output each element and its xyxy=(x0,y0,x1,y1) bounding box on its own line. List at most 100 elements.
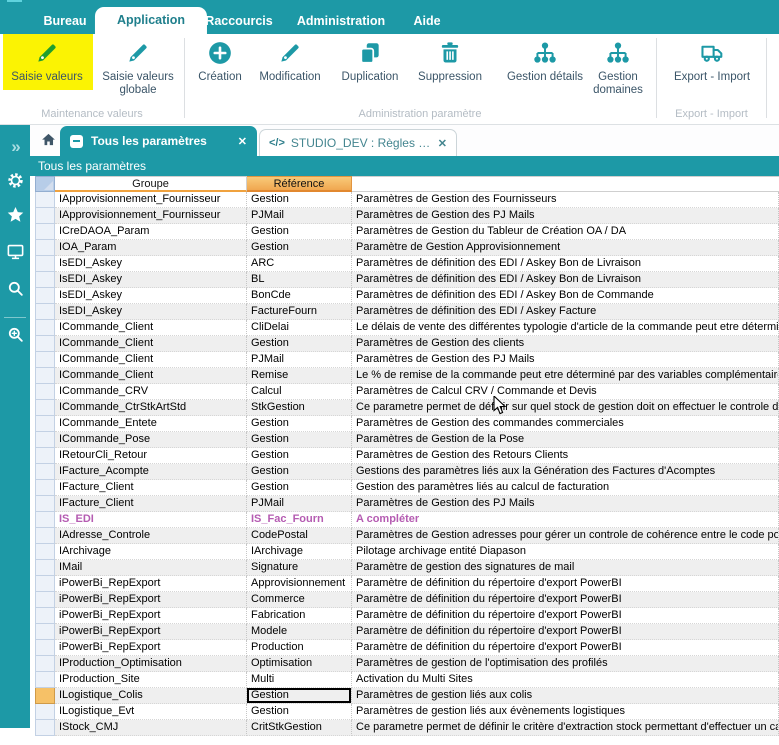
cell-groupe[interactable]: IApprovisionnement_Fournisseur xyxy=(55,192,247,208)
table-row[interactable]: IStock_CMJ CritStkGestion Ce parametre p… xyxy=(35,720,779,736)
row-header-cell[interactable] xyxy=(35,576,55,592)
cell-groupe[interactable]: IRetourCli_Retour xyxy=(55,448,247,464)
cell-groupe[interactable]: ICommande_Pose xyxy=(55,432,247,448)
cell-description[interactable]: Ce parametre permet de définir le critèr… xyxy=(352,720,779,736)
cell-description[interactable]: Paramètres de définition des EDI / Askey… xyxy=(352,304,779,320)
row-header-cell[interactable] xyxy=(35,304,55,320)
cell-description[interactable]: Pilotage archivage entité Diapason xyxy=(352,544,779,560)
zoom-in-button[interactable] xyxy=(0,325,30,344)
table-row[interactable]: IAdresse_Controle CodePostal Paramètres … xyxy=(35,528,779,544)
cell-groupe[interactable]: iPowerBi_RepExport xyxy=(55,640,247,656)
table-row[interactable]: IsEDI_Askey BonCde Paramètres de définit… xyxy=(35,288,779,304)
cell-groupe[interactable]: iPowerBi_RepExport xyxy=(55,624,247,640)
expand-sidebar-button[interactable]: » xyxy=(0,137,30,157)
row-header-cell[interactable] xyxy=(35,656,55,672)
select-all-cell[interactable] xyxy=(35,176,55,192)
cell-groupe[interactable]: ICommande_Client xyxy=(55,368,247,384)
row-header-cell[interactable] xyxy=(35,208,55,224)
tab-tous-les-parametres[interactable]: Tous les paramètres ✕ xyxy=(60,126,257,156)
cell-description[interactable]: Ce parametre permet de définir sur quel … xyxy=(352,400,779,416)
cell-reference[interactable]: PJMail xyxy=(247,496,352,512)
cell-reference[interactable]: IS_Fac_Fourn xyxy=(247,512,352,528)
row-header-cell[interactable] xyxy=(35,448,55,464)
cell-reference[interactable]: BL xyxy=(247,272,352,288)
ribbon-saisie-valeurs-button[interactable]: Saisie valeurs xyxy=(3,40,91,84)
cell-reference[interactable]: Gestion xyxy=(247,704,352,720)
table-row[interactable]: ICommande_Client Remise Le % de remise d… xyxy=(35,368,779,384)
cell-description[interactable]: Paramètres de gestion liés aux colis xyxy=(352,688,779,704)
cell-description[interactable]: Paramètre de définition du répertoire d'… xyxy=(352,624,779,640)
row-header-cell[interactable] xyxy=(35,704,55,720)
table-row[interactable]: ICommande_CtrStkArtStd StkGestion Ce par… xyxy=(35,400,779,416)
ribbon-modification-button[interactable]: Modification xyxy=(246,40,334,84)
row-header-cell[interactable] xyxy=(35,400,55,416)
cell-reference[interactable]: Gestion xyxy=(247,416,352,432)
row-header-cell[interactable] xyxy=(35,368,55,384)
cell-groupe[interactable]: IOA_Param xyxy=(55,240,247,256)
row-header-cell[interactable] xyxy=(35,496,55,512)
row-header-cell[interactable] xyxy=(35,272,55,288)
cell-groupe[interactable]: ICommande_Client xyxy=(55,336,247,352)
table-row[interactable]: ILogistique_Colis Gestion Paramètres de … xyxy=(35,688,779,704)
cell-description[interactable]: Gestion des paramètres liés au calcul de… xyxy=(352,480,779,496)
cell-reference[interactable]: Gestion xyxy=(247,432,352,448)
cell-groupe[interactable]: IFacture_Client xyxy=(55,496,247,512)
column-header-description[interactable] xyxy=(352,176,779,192)
cell-reference[interactable]: Gestion xyxy=(247,448,352,464)
ribbon-duplication-button[interactable]: Duplication xyxy=(326,40,414,84)
cell-groupe[interactable]: ILogistique_Evt xyxy=(55,704,247,720)
table-row[interactable]: IOA_Param Gestion Paramètre de Gestion A… xyxy=(35,240,779,256)
row-header-cell[interactable] xyxy=(35,416,55,432)
search-button[interactable] xyxy=(0,279,30,298)
cell-groupe[interactable]: IProduction_Site xyxy=(55,672,247,688)
cell-groupe[interactable]: IsEDI_Askey xyxy=(55,256,247,272)
table-row[interactable]: IApprovisionnement_Fournisseur PJMail Pa… xyxy=(35,208,779,224)
table-row[interactable]: iPowerBi_RepExport Modele Paramètre de d… xyxy=(35,624,779,640)
table-row[interactable]: IFacture_Client PJMail Paramètres de Ges… xyxy=(35,496,779,512)
table-row[interactable]: IsEDI_Askey BL Paramètres de définition … xyxy=(35,272,779,288)
cell-description[interactable]: Paramètres de définition des EDI / Askey… xyxy=(352,272,779,288)
table-row[interactable]: IArchivage IArchivage Pilotage archivage… xyxy=(35,544,779,560)
table-row[interactable]: IProduction_Optimisation Optimisation Pa… xyxy=(35,656,779,672)
cell-reference[interactable]: Gestion xyxy=(247,192,352,208)
table-row[interactable]: IMail Signature Paramètre de gestion des… xyxy=(35,560,779,576)
close-tab-icon[interactable]: ✕ xyxy=(438,137,447,150)
column-header-reference[interactable]: Référence xyxy=(247,176,352,192)
cell-reference[interactable]: Optimisation xyxy=(247,656,352,672)
cell-groupe[interactable]: IS_EDI xyxy=(55,512,247,528)
ribbon-export-import-button[interactable]: Export - Import xyxy=(668,40,756,84)
cell-description[interactable]: Paramètres de Gestion des PJ Mails xyxy=(352,352,779,368)
row-header-cell[interactable] xyxy=(35,592,55,608)
cell-reference[interactable]: CliDelai xyxy=(247,320,352,336)
cell-groupe[interactable]: IProduction_Optimisation xyxy=(55,656,247,672)
cell-groupe[interactable]: iPowerBi_RepExport xyxy=(55,608,247,624)
cell-description[interactable]: Le % de remise de la commande peut etre … xyxy=(352,368,779,384)
cell-groupe[interactable]: IFacture_Acompte xyxy=(55,464,247,480)
cell-description[interactable]: Paramètres de définition des EDI / Askey… xyxy=(352,288,779,304)
column-header-groupe[interactable]: Groupe xyxy=(55,176,247,192)
cell-description[interactable]: Paramètres de définition des EDI / Askey… xyxy=(352,256,779,272)
table-row[interactable]: IsEDI_Askey FactureFourn Paramètres de d… xyxy=(35,304,779,320)
cell-reference[interactable]: Modele xyxy=(247,624,352,640)
cell-description[interactable]: Paramètres de Calcul CRV / Commande et D… xyxy=(352,384,779,400)
table-row[interactable]: IFacture_Acompte Gestion Gestions des pa… xyxy=(35,464,779,480)
row-header-cell[interactable] xyxy=(35,560,55,576)
row-header-cell[interactable] xyxy=(35,720,55,736)
cell-description[interactable]: Paramètres de Gestion des PJ Mails xyxy=(352,208,779,224)
cell-groupe[interactable]: ICommande_Client xyxy=(55,320,247,336)
row-header-cell[interactable] xyxy=(35,464,55,480)
cell-description[interactable]: Paramètres de Gestion adresses pour gére… xyxy=(352,528,779,544)
cell-description[interactable]: Paramètres de Gestion des Retours Client… xyxy=(352,448,779,464)
table-row[interactable]: IRetourCli_Retour Gestion Paramètres de … xyxy=(35,448,779,464)
close-tab-icon[interactable]: ✕ xyxy=(238,135,247,148)
cell-reference[interactable]: Gestion xyxy=(247,480,352,496)
table-row[interactable]: ICommande_Entete Gestion Paramètres de G… xyxy=(35,416,779,432)
cell-description[interactable]: Paramètres de Gestion des commandes comm… xyxy=(352,416,779,432)
cell-groupe[interactable]: IMail xyxy=(55,560,247,576)
cell-description[interactable]: Paramètres de Gestion des clients xyxy=(352,336,779,352)
cell-description[interactable]: Activation du Multi Sites xyxy=(352,672,779,688)
row-header-cell[interactable] xyxy=(35,224,55,240)
table-row[interactable]: ICreDAOA_Param Gestion Paramètres de Ges… xyxy=(35,224,779,240)
menu-raccourcis[interactable]: Raccourcis xyxy=(199,8,278,34)
cell-groupe[interactable]: ICreDAOA_Param xyxy=(55,224,247,240)
